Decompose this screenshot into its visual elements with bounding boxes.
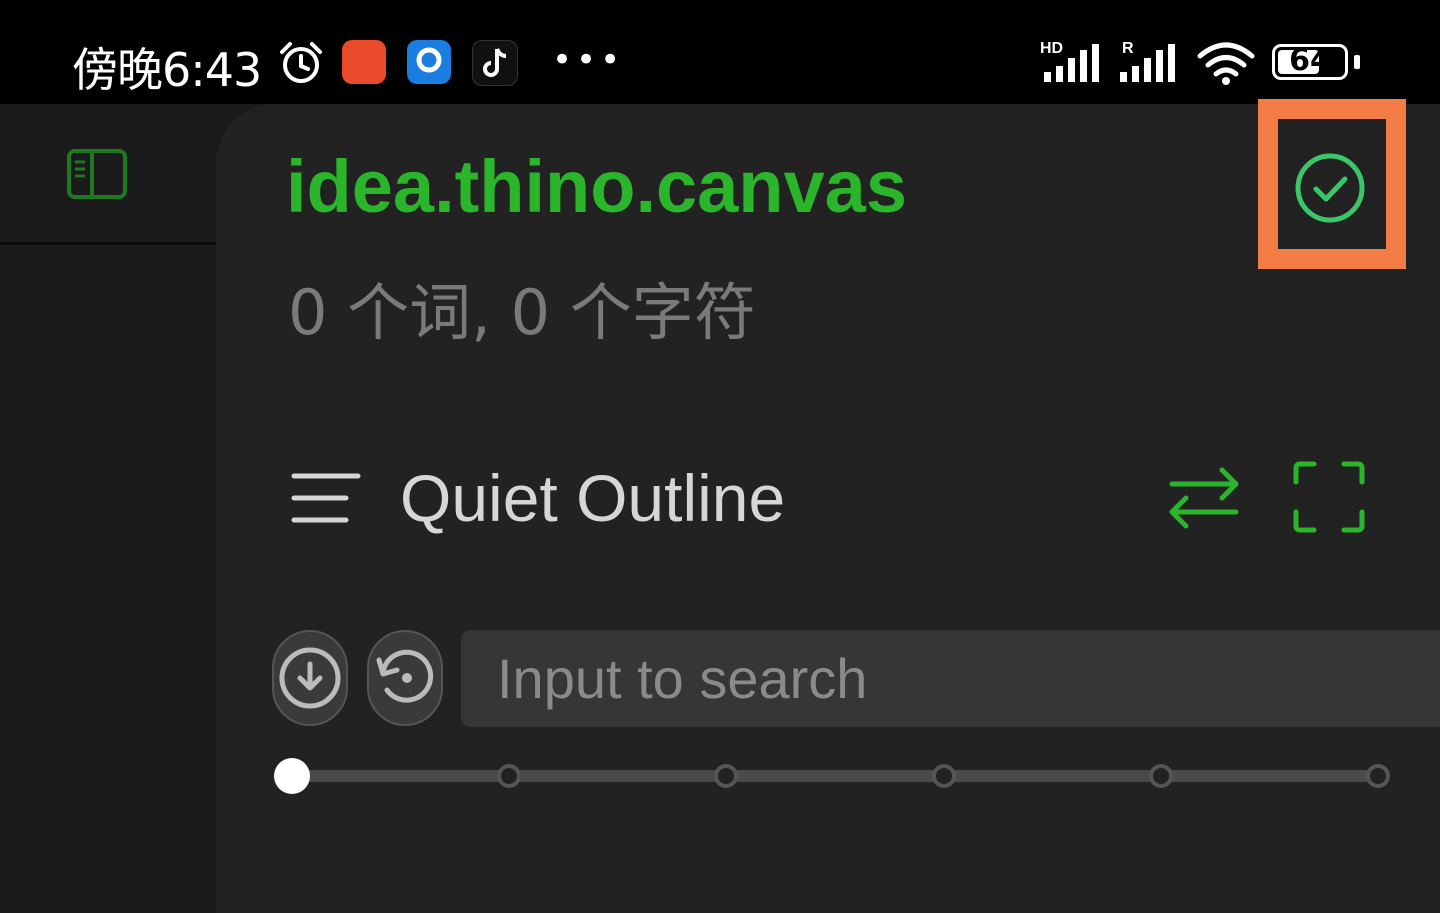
slider-track	[290, 770, 1380, 782]
sidebar-toggle-icon[interactable]	[66, 148, 128, 200]
arrow-down-circle-icon	[279, 647, 341, 709]
left-rail	[0, 104, 216, 913]
outline-title: Quiet Outline	[400, 461, 786, 535]
search-input[interactable]	[461, 630, 1440, 727]
slider-tick[interactable]	[1366, 764, 1390, 788]
menu-icon	[291, 473, 361, 523]
status-bar: 傍晚6:43 ••• HD R 64	[0, 0, 1440, 104]
bank-app-icon	[407, 40, 451, 84]
heading-level-slider[interactable]	[274, 758, 1390, 794]
more-notifications-icon: •••	[552, 40, 625, 80]
slider-thumb[interactable]	[274, 758, 310, 794]
slider-tick[interactable]	[714, 764, 739, 788]
note-title: idea.thino.canvas	[286, 145, 907, 228]
word-count: 0 个词, 0 个字符	[288, 276, 756, 349]
signal-icon-1	[1044, 44, 1099, 82]
reset-icon	[376, 649, 434, 703]
battery-nub	[1354, 55, 1360, 69]
slider-tick[interactable]	[931, 764, 956, 788]
fullscreen-icon[interactable]	[1292, 460, 1366, 534]
taobao-app-icon	[342, 40, 386, 84]
battery-level: 64	[1289, 43, 1331, 78]
wifi-icon	[1197, 42, 1255, 85]
signal-icon-2	[1120, 44, 1175, 82]
expand-down-button[interactable]	[272, 630, 348, 726]
battery-icon: 64	[1272, 43, 1348, 80]
left-rail-header	[0, 104, 216, 245]
slider-tick[interactable]	[1148, 764, 1173, 788]
outline-header: Quiet Outline	[290, 460, 1380, 540]
reset-button[interactable]	[367, 630, 443, 726]
slider-tick[interactable]	[497, 764, 522, 788]
swap-icon[interactable]	[1166, 460, 1242, 536]
tiktok-app-icon	[472, 40, 518, 86]
status-time: 傍晚6:43	[72, 43, 262, 97]
highlight-annotation-box	[1258, 99, 1406, 269]
alarm-icon	[280, 42, 322, 83]
